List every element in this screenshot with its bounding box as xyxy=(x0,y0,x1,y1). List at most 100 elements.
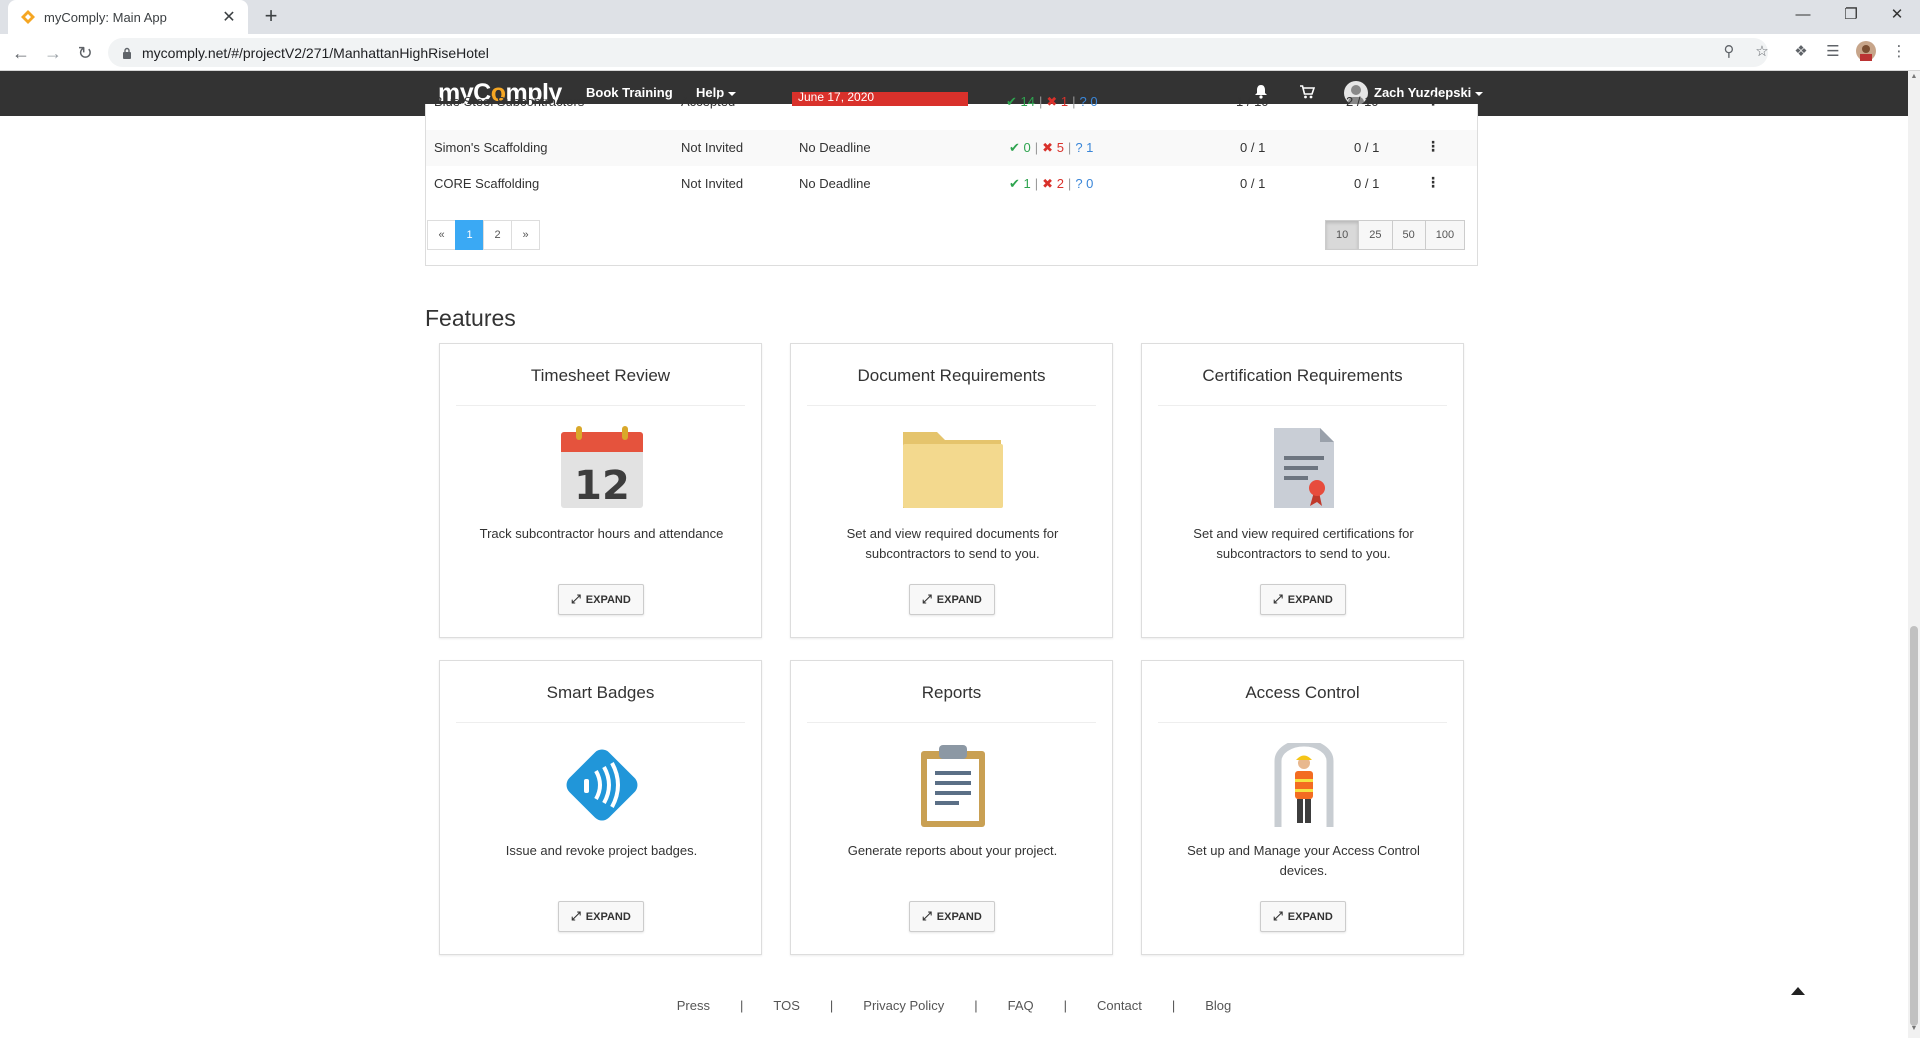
question-icon: ? xyxy=(1075,176,1083,191)
scrollbar-thumb[interactable] xyxy=(1910,626,1918,1026)
expand-button-timesheet-review[interactable]: ⤢ EXPAND xyxy=(558,584,644,615)
page-scrollbar[interactable]: ▲ ▼ xyxy=(1908,71,1920,1038)
card-title: Timesheet Review xyxy=(530,366,671,385)
access-gate-icon xyxy=(1274,743,1334,827)
x-icon: ✖ xyxy=(1042,140,1054,155)
back-icon[interactable]: ← xyxy=(8,40,34,66)
footer-link-privacy-policy[interactable]: Privacy Policy xyxy=(863,998,944,1018)
question-icon: ? xyxy=(1075,140,1083,155)
tab-close-icon[interactable]: ✕ xyxy=(220,7,238,27)
count-column-b: 0 / 1 xyxy=(1354,176,1380,191)
expand-arrows-icon: ⤢ xyxy=(1273,592,1283,606)
bookmark-star-icon[interactable]: ☆ xyxy=(1751,41,1773,63)
check-icon: ✔ xyxy=(1006,94,1017,109)
footer-link-tos[interactable]: TOS xyxy=(773,998,800,1018)
pagination-prev[interactable]: « xyxy=(427,220,456,250)
footer-link-press[interactable]: Press xyxy=(677,998,710,1018)
page-footer: Press | TOS | Privacy Policy | FAQ | Con… xyxy=(0,998,1908,1018)
scroll-up-icon[interactable]: ▲ xyxy=(1910,73,1918,80)
expand-arrows-icon: ⤢ xyxy=(922,909,932,923)
row-menu-icon[interactable]: ⋮ xyxy=(1426,138,1440,155)
pagination-page-1[interactable]: 1 xyxy=(455,220,484,250)
count-column-b: 0 / 1 xyxy=(1354,140,1380,155)
media-queue-icon[interactable]: ☰ xyxy=(1822,41,1844,63)
expand-button-document-requirements[interactable]: ⤢ EXPAND xyxy=(909,584,995,615)
card-description: Set and view required documents for subc… xyxy=(846,526,1059,561)
extensions-icon[interactable]: ❖ xyxy=(1790,41,1812,63)
calendar-icon: 12 xyxy=(561,426,643,509)
pagination-next[interactable]: » xyxy=(511,220,540,250)
reload-icon[interactable]: ↻ xyxy=(72,40,98,66)
card-description: Set up and Manage your Access Control de… xyxy=(1187,843,1420,878)
table-row[interactable]: CORE Scaffolding Not Invited No Deadline… xyxy=(426,166,1477,202)
count-column-a: 0 / 1 xyxy=(1240,176,1266,191)
features-heading: Features xyxy=(425,305,516,331)
page-size-25[interactable]: 25 xyxy=(1358,220,1393,250)
pagination-page-2[interactable]: 2 xyxy=(483,220,512,250)
invite-status: Not Invited xyxy=(681,140,744,155)
url-text: mycomply.net/#/projectV2/271/ManhattanHi… xyxy=(142,44,489,61)
table-row[interactable]: Simon's Scaffolding Not Invited No Deadl… xyxy=(426,130,1477,166)
x-icon: ✖ xyxy=(1042,176,1054,191)
divider xyxy=(807,722,1096,723)
subcontractor-table: Blue Steel Subcontractors Accepted June … xyxy=(425,92,1478,266)
feature-card-certification-requirements: Certification Requirements Set and view … xyxy=(1141,343,1464,638)
row-menu-icon[interactable]: ⋮ xyxy=(1426,174,1440,191)
address-bar[interactable]: mycomply.net/#/projectV2/271/ManhattanHi… xyxy=(108,38,1768,67)
folder-icon xyxy=(903,432,1003,508)
expand-arrows-icon: ⤢ xyxy=(571,592,581,606)
zoom-icon[interactable]: ⚲ xyxy=(1718,41,1740,63)
lock-icon xyxy=(123,47,131,59)
chrome-menu-icon[interactable]: ⋮ xyxy=(1888,41,1910,63)
new-tab-button[interactable]: + xyxy=(258,4,284,30)
page-size-10[interactable]: 10 xyxy=(1325,220,1360,250)
requirement-counts: ✔ 0 | ✖ 5 |? 1 xyxy=(1009,140,1094,155)
page-size-50[interactable]: 50 xyxy=(1391,220,1426,250)
footer-link-faq[interactable]: FAQ xyxy=(1008,998,1034,1018)
window-close-icon[interactable]: ✕ xyxy=(1874,0,1920,30)
page-size-100[interactable]: 100 xyxy=(1424,220,1466,250)
card-description: Set and view required certifications for… xyxy=(1193,526,1414,561)
certificate-icon xyxy=(1274,428,1334,508)
divider xyxy=(1158,405,1447,406)
footer-link-blog[interactable]: Blog xyxy=(1205,998,1231,1018)
deadline-badge: June 17, 2020 xyxy=(792,92,968,106)
row-menu-icon[interactable]: ⋮ xyxy=(1426,92,1440,109)
expand-button-access-control[interactable]: ⤢ EXPAND xyxy=(1260,901,1346,932)
feature-card-access-control: Access Control Set up and Manage your Ac… xyxy=(1141,660,1464,955)
expand-arrows-icon: ⤢ xyxy=(922,592,932,606)
divider xyxy=(807,405,1096,406)
footer-separator: | xyxy=(829,998,834,1013)
profile-avatar-icon[interactable] xyxy=(1855,41,1877,63)
check-icon: ✔ xyxy=(1009,176,1020,191)
subcontractor-name[interactable]: Blue Steel Subcontractors xyxy=(434,94,584,109)
scroll-down-icon[interactable]: ▼ xyxy=(1910,1025,1918,1032)
card-title: Certification Requirements xyxy=(1202,366,1403,385)
minimize-icon[interactable]: — xyxy=(1780,0,1826,30)
subcontractor-name[interactable]: CORE Scaffolding xyxy=(434,176,539,191)
forward-icon[interactable]: → xyxy=(40,40,66,66)
expand-button-reports[interactable]: ⤢ EXPAND xyxy=(909,901,995,932)
requirement-counts: ✔ 14 | ✖ 1 |? 0 xyxy=(1006,94,1098,109)
count-column-a: 0 / 1 xyxy=(1240,140,1266,155)
footer-separator: | xyxy=(974,998,978,1013)
requirement-counts: ✔ 1 | ✖ 2 |? 0 xyxy=(1009,176,1094,191)
browser-tab[interactable]: myComply: Main App ✕ xyxy=(8,0,248,34)
expand-button-smart-badges[interactable]: ⤢ EXPAND xyxy=(558,901,644,932)
footer-separator: | xyxy=(1171,998,1176,1013)
restore-icon[interactable]: ❐ xyxy=(1828,0,1874,30)
pagination: « 1 2 » xyxy=(427,220,540,250)
card-title: Access Control xyxy=(1245,683,1360,702)
scroll-to-top-icon[interactable] xyxy=(1791,987,1805,995)
x-icon: ✖ xyxy=(1046,94,1058,109)
footer-separator: | xyxy=(740,998,744,1013)
divider xyxy=(456,722,745,723)
subcontractor-name[interactable]: Simon's Scaffolding xyxy=(434,140,548,155)
expand-arrows-icon: ⤢ xyxy=(571,909,581,923)
footer-link-contact[interactable]: Contact xyxy=(1097,998,1142,1018)
expand-button-certification-requirements[interactable]: ⤢ EXPAND xyxy=(1260,584,1346,615)
divider xyxy=(456,405,745,406)
table-row[interactable]: Blue Steel Subcontractors Accepted June … xyxy=(426,92,1477,130)
browser-tab-strip: myComply: Main App ✕ + — ❐ ✕ xyxy=(0,0,1920,34)
deadline: No Deadline xyxy=(799,176,871,191)
